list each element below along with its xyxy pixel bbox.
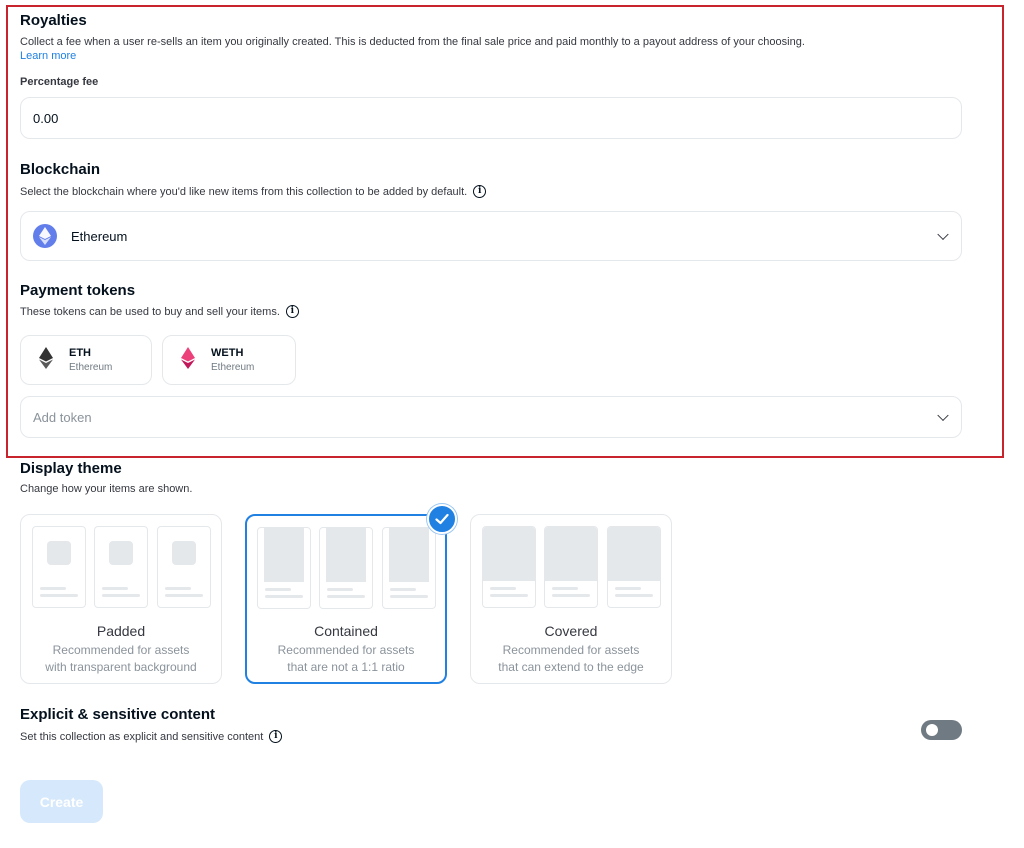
preview-card: [544, 526, 598, 608]
token-symbol: WETH: [211, 347, 244, 359]
payment-tokens-description: These tokens can be used to buy and sell…: [20, 305, 299, 318]
preview-card: [32, 526, 86, 608]
eth-icon: [39, 346, 53, 374]
learn-more-link[interactable]: Learn more: [20, 50, 76, 62]
blockchain-select[interactable]: Ethereum: [20, 211, 962, 261]
ethereum-icon: [33, 224, 57, 248]
weth-icon: [181, 346, 195, 374]
theme-description: Recommended for assets that can extend t…: [498, 643, 644, 674]
blockchain-selected-label: Ethereum: [71, 228, 128, 244]
toggle-knob: [926, 724, 938, 736]
add-token-placeholder: Add token: [33, 409, 92, 425]
preview-card: [94, 526, 148, 608]
percentage-fee-input[interactable]: 0.00: [20, 97, 962, 139]
info-icon[interactable]: i: [285, 305, 299, 318]
preview-card: [482, 526, 536, 608]
royalties-title: Royalties: [20, 12, 87, 29]
chevron-down-icon: [937, 228, 949, 241]
token-card-eth: ETH Ethereum: [20, 335, 152, 385]
theme-option-padded[interactable]: Padded Recommended for assets with trans…: [20, 514, 222, 684]
explicit-content-title: Explicit & sensitive content: [20, 706, 216, 723]
payment-tokens-title: Payment tokens: [20, 282, 136, 299]
chevron-down-icon: [937, 409, 949, 422]
token-name: Ethereum: [211, 362, 255, 373]
blockchain-title: Blockchain: [20, 161, 101, 178]
token-name: Ethereum: [69, 362, 113, 373]
theme-description: Recommended for assets with transparent …: [45, 643, 197, 674]
theme-title: Padded: [96, 623, 146, 639]
info-icon[interactable]: i: [269, 730, 283, 743]
info-icon[interactable]: i: [473, 185, 487, 198]
create-button[interactable]: Create: [20, 780, 103, 823]
display-theme-title: Display theme: [20, 460, 122, 477]
check-icon: [427, 504, 457, 534]
theme-title: Contained: [314, 623, 378, 639]
preview-card: [257, 527, 311, 609]
theme-title: Covered: [544, 623, 598, 639]
explicit-content-toggle[interactable]: [921, 720, 962, 740]
percentage-fee-label: Percentage fee: [20, 76, 99, 88]
theme-description: Recommended for assets that are not a 1:…: [277, 643, 415, 674]
theme-option-contained[interactable]: Contained Recommended for assets that ar…: [245, 514, 447, 684]
display-theme-description: Change how your items are shown.: [20, 483, 193, 495]
payment-tokens-description-text: These tokens can be used to buy and sell…: [20, 305, 280, 318]
token-symbol: ETH: [69, 347, 91, 359]
preview-card: [157, 526, 211, 608]
royalties-description: Collect a fee when a user re-sells an it…: [20, 36, 805, 48]
add-token-select[interactable]: Add token: [20, 396, 962, 438]
explicit-content-description-text: Set this collection as explicit and sens…: [20, 730, 264, 743]
blockchain-description-text: Select the blockchain where you'd like n…: [20, 185, 468, 198]
blockchain-description: Select the blockchain where you'd like n…: [20, 185, 487, 198]
token-card-weth: WETH Ethereum: [162, 335, 296, 385]
theme-option-covered[interactable]: Covered Recommended for assets that can …: [470, 514, 672, 684]
preview-card: [319, 527, 373, 609]
explicit-content-description: Set this collection as explicit and sens…: [20, 730, 283, 743]
preview-card: [607, 526, 661, 608]
percentage-fee-value: 0.00: [33, 110, 59, 126]
preview-card: [382, 527, 436, 609]
